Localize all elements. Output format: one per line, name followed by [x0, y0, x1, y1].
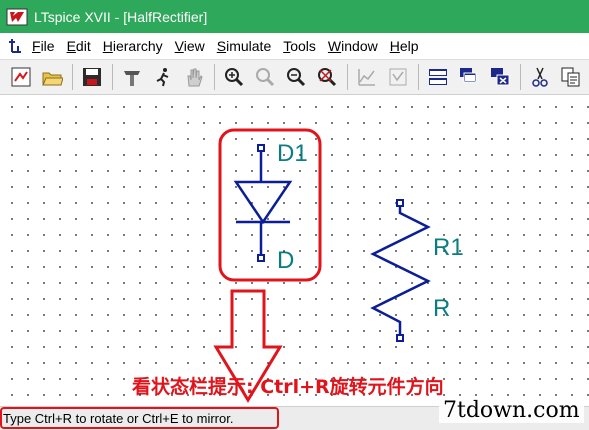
menu-view[interactable]: View [175, 38, 205, 54]
resistor-symbol [370, 206, 431, 335]
save-icon [83, 68, 101, 86]
menu-bar: File Edit Hierarchy View Simulate Tools … [0, 33, 589, 59]
status-highlight-box [0, 407, 279, 429]
control-panel-icon [124, 71, 140, 86]
close-window-icon [491, 68, 510, 86]
menu-window[interactable]: Window [328, 38, 378, 54]
tile-icon [429, 69, 447, 85]
pin-marker[interactable] [257, 144, 265, 152]
annotation-text: 看状态栏提示: Ctrl+R旋转元件方向 [132, 376, 444, 398]
cascade-button[interactable] [456, 64, 482, 90]
menu-simulate[interactable]: Simulate [217, 38, 271, 54]
waveform-icon [389, 68, 407, 86]
close-window-button[interactable] [487, 64, 513, 90]
toolbar-separator [214, 64, 215, 90]
resistor-name-label[interactable]: R1 [433, 234, 464, 261]
resistor-component[interactable]: R1 R [370, 199, 464, 342]
diode-value-label[interactable]: D [277, 247, 294, 274]
cut-button[interactable] [527, 64, 553, 90]
zoom-fit-button[interactable] [314, 64, 340, 90]
tile-button[interactable] [425, 64, 451, 90]
ltspice-logo-icon [6, 8, 28, 25]
diode-name-label[interactable]: D1 [277, 140, 308, 167]
waveform-button[interactable] [385, 64, 411, 90]
copy-button[interactable] [558, 64, 584, 90]
window-title: LTspice XVII - [HalfRectifier] [34, 8, 208, 25]
pin-marker[interactable] [257, 254, 265, 262]
pan-icon [256, 68, 275, 87]
run-button[interactable] [150, 64, 176, 90]
copy-icon [561, 67, 580, 87]
open-folder-icon [42, 72, 63, 86]
halt-icon [187, 68, 203, 87]
toolbar-separator [347, 64, 348, 90]
open-schematic-icon [11, 67, 31, 87]
title-bar: LTspice XVII - [HalfRectifier] [0, 0, 589, 33]
schematic-doc-icon[interactable] [6, 36, 26, 56]
pin-marker[interactable] [396, 334, 404, 342]
menu-file[interactable]: File [32, 38, 55, 54]
cascade-icon [460, 68, 477, 83]
cut-icon [532, 67, 548, 87]
diode-component[interactable]: D1 D [233, 140, 308, 274]
zoom-out-icon [287, 68, 306, 87]
menu-tools[interactable]: Tools [283, 38, 316, 54]
resistor-value-label[interactable]: R [433, 295, 450, 322]
autorange-button[interactable] [354, 64, 380, 90]
toolbar-separator [520, 64, 521, 90]
watermark: 7tdown.com [439, 398, 584, 423]
menu-edit[interactable]: Edit [67, 38, 91, 54]
zoom-out-button[interactable] [283, 64, 309, 90]
toolbar-separator [72, 64, 73, 90]
autorange-icon [358, 69, 375, 86]
toolbar-separator [418, 64, 419, 90]
pan-button[interactable] [252, 64, 278, 90]
open-schematic-button[interactable] [8, 64, 34, 90]
zoom-in-button[interactable] [221, 64, 247, 90]
menu-help[interactable]: Help [390, 38, 419, 54]
save-button[interactable] [79, 64, 105, 90]
ltspice-window: LTspice XVII - [HalfRectifier] File Edit… [0, 0, 589, 430]
control-panel-button[interactable] [119, 64, 145, 90]
open-button[interactable] [39, 64, 65, 90]
run-icon [156, 68, 169, 87]
toolbar-separator [112, 64, 113, 90]
menu-hierarchy[interactable]: Hierarchy [103, 38, 163, 54]
zoom-in-icon [225, 68, 244, 87]
pin-marker[interactable] [396, 199, 404, 207]
schematic-canvas[interactable]: D1 D R1 R [0, 95, 589, 406]
diode-symbol [233, 180, 293, 225]
toolbar [0, 59, 589, 95]
halt-button[interactable] [181, 64, 207, 90]
zoom-fit-icon [318, 68, 337, 87]
